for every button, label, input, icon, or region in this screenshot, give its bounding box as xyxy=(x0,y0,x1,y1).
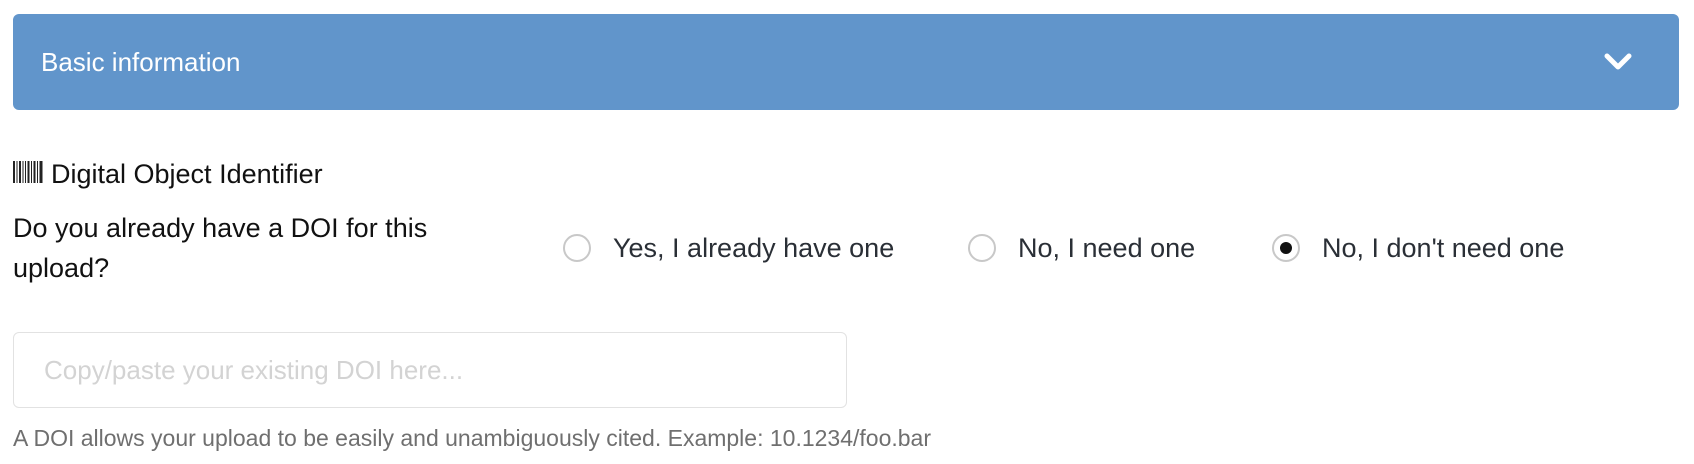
radio-selected-dot xyxy=(1280,242,1292,254)
radio-button-selected[interactable] xyxy=(1272,234,1300,262)
radio-label: No, I need one xyxy=(1018,232,1196,263)
radio-yes-have-one[interactable]: Yes, I already have one xyxy=(563,228,894,268)
chevron-down-icon[interactable] xyxy=(1601,45,1635,79)
doi-section-title: Digital Object Identifier xyxy=(51,158,323,189)
radio-no-dont-need-one[interactable]: No, I don't need one xyxy=(1272,228,1564,268)
doi-help-text: A DOI allows your upload to be easily an… xyxy=(13,425,932,451)
radio-no-need-one[interactable]: No, I need one xyxy=(968,228,1195,268)
radio-button[interactable] xyxy=(968,234,996,262)
doi-section-label: Digital Object Identifier xyxy=(13,156,323,192)
accordion-title: Basic information xyxy=(41,46,241,77)
barcode-icon xyxy=(13,160,43,188)
basic-information-accordion-header[interactable]: Basic information xyxy=(13,14,1679,110)
radio-button[interactable] xyxy=(563,234,591,262)
doi-input[interactable] xyxy=(13,332,847,408)
radio-label: No, I don't need one xyxy=(1322,232,1565,263)
doi-question: Do you already have a DOI for this uploa… xyxy=(13,213,428,283)
radio-label: Yes, I already have one xyxy=(613,232,895,263)
